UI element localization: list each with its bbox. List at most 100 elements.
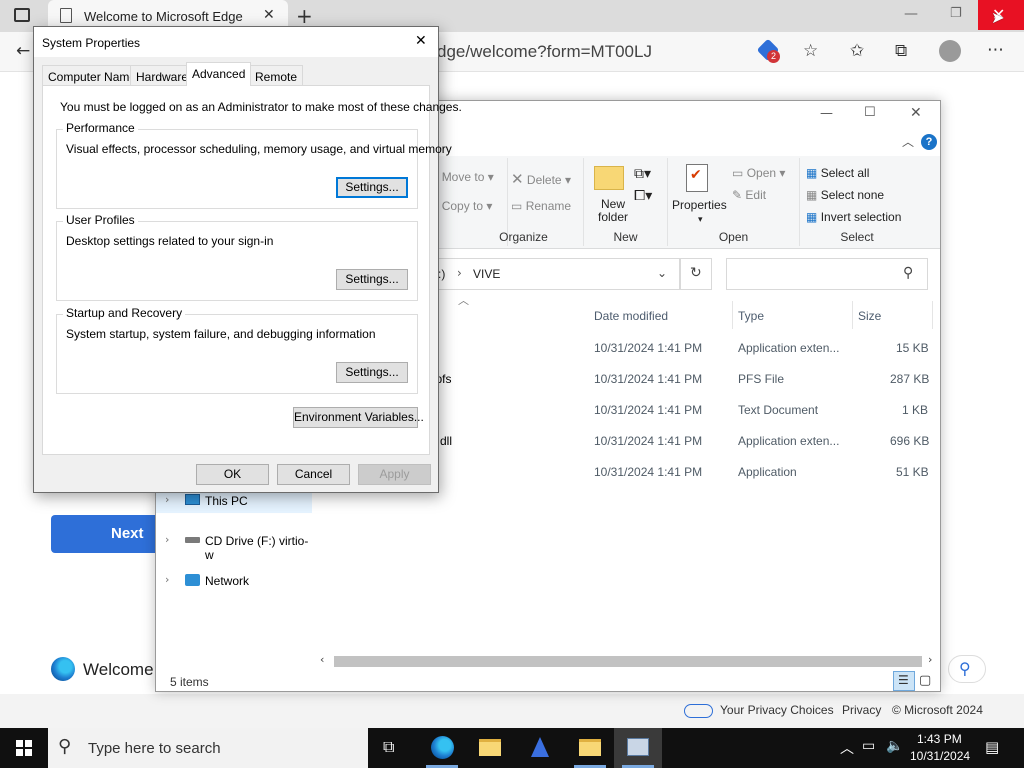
column-type[interactable]: Type bbox=[738, 309, 764, 323]
expand-chevron-icon[interactable]: › bbox=[165, 573, 169, 586]
explorer-search-box[interactable]: ⚲ bbox=[726, 258, 928, 290]
clock-date[interactable]: 10/31/2024 bbox=[910, 749, 970, 763]
minimize-icon[interactable]: — bbox=[904, 6, 918, 22]
profile-avatar[interactable] bbox=[939, 40, 961, 62]
open-button[interactable]: ▭ Open ▾ bbox=[732, 166, 785, 180]
dialog-close-icon[interactable]: ✕ bbox=[415, 33, 427, 49]
properties-icon[interactable]: ✔ bbox=[686, 164, 708, 192]
add-favorite-icon[interactable]: ☆ bbox=[803, 41, 818, 61]
explorer-minimize-icon[interactable]: — bbox=[820, 106, 833, 121]
startup-recovery-settings-button[interactable]: Settings... bbox=[336, 362, 408, 383]
environment-variables-button[interactable]: Environment Variables... bbox=[293, 407, 424, 428]
edit-button[interactable]: ✎ Edit bbox=[732, 188, 766, 202]
show-hidden-icons-icon[interactable]: ︿ bbox=[840, 738, 854, 758]
select-all-button[interactable]: ▦ Select all bbox=[806, 166, 869, 180]
large-icons-view-icon[interactable]: ▢ bbox=[919, 673, 931, 688]
task-view-button[interactable]: ⧉ bbox=[368, 728, 416, 768]
table-row[interactable]: ry.pfs 10/31/2024 1:41 PM PFS File 287 K… bbox=[423, 368, 940, 399]
scroll-right-icon[interactable]: › bbox=[928, 653, 932, 666]
properties-dropdown-icon[interactable]: ▾ bbox=[698, 214, 703, 225]
taskbar-search-icon: ⚲ bbox=[58, 736, 72, 757]
privacy-link[interactable]: Privacy bbox=[842, 703, 881, 717]
file-date: 10/31/2024 1:41 PM bbox=[594, 372, 703, 386]
file-date: 10/31/2024 1:41 PM bbox=[594, 403, 703, 417]
new-tab-icon[interactable]: + bbox=[296, 4, 313, 28]
tab-close-icon[interactable]: ✕ bbox=[263, 7, 275, 23]
nav-item-cd-drive[interactable]: › CD Drive (F:) virtio-w bbox=[156, 529, 312, 562]
invert-selection-button[interactable]: ▦ Invert selection bbox=[806, 210, 901, 224]
address-history-dropdown-icon[interactable]: ⌄ bbox=[657, 266, 667, 280]
taskbar-edge-button[interactable] bbox=[418, 728, 466, 768]
tab-advanced[interactable]: Advanced bbox=[186, 62, 252, 86]
file-size: 15 KB bbox=[896, 341, 929, 355]
column-size[interactable]: Size bbox=[858, 309, 881, 323]
new-folder-icon[interactable] bbox=[594, 166, 624, 190]
taskbar-explorer2-button[interactable] bbox=[566, 728, 614, 768]
notifications-icon[interactable]: ▤ bbox=[985, 738, 999, 756]
scroll-left-icon[interactable]: ‹ bbox=[320, 653, 324, 666]
user-profiles-settings-button[interactable]: Settings... bbox=[336, 269, 408, 290]
clock-time[interactable]: 1:43 PM bbox=[917, 732, 962, 746]
address-folder[interactable]: VIVE bbox=[473, 267, 500, 281]
explorer-close-icon[interactable]: ✕ bbox=[910, 105, 922, 121]
help-icon[interactable]: ? bbox=[921, 134, 937, 150]
tab-actions-icon[interactable] bbox=[14, 8, 30, 22]
startup-recovery-desc: System startup, system failure, and debu… bbox=[66, 327, 376, 341]
mouse-cursor-icon: ➤ bbox=[991, 8, 1005, 27]
new-item-icon[interactable]: ⧉▾ bbox=[634, 165, 651, 182]
properties-button[interactable]: Properties bbox=[672, 198, 727, 212]
user-profiles-desc: Desktop settings related to your sign-in bbox=[66, 234, 274, 248]
volume-muted-icon[interactable]: 🔈 bbox=[886, 738, 903, 754]
column-date-modified[interactable]: Date modified bbox=[594, 309, 668, 323]
table-row[interactable]: l 10/31/2024 1:41 PM Application exten..… bbox=[426, 337, 940, 368]
select-none-button[interactable]: ▦ Select none bbox=[806, 188, 884, 202]
expand-chevron-icon[interactable]: › bbox=[165, 493, 169, 506]
details-view-button[interactable]: ☰ bbox=[893, 671, 915, 691]
next-button[interactable]: Next bbox=[51, 515, 161, 553]
start-button[interactable] bbox=[0, 728, 48, 768]
scrollbar-thumb[interactable] bbox=[334, 656, 922, 667]
move-to-button[interactable]: » Move to ▾ bbox=[431, 170, 494, 184]
ok-button[interactable]: OK bbox=[196, 464, 269, 485]
explorer-maximize-icon[interactable]: ☐ bbox=[864, 105, 876, 120]
ribbon-group-select: ▦ Select all ▦ Select none ▦ Invert sele… bbox=[800, 158, 914, 246]
search-icon: ⚲ bbox=[959, 659, 971, 678]
file-date: 10/31/2024 1:41 PM bbox=[594, 341, 703, 355]
cancel-button[interactable]: Cancel bbox=[277, 464, 350, 485]
table-row[interactable]: n.dll 10/31/2024 1:41 PM Application ext… bbox=[426, 430, 940, 461]
taskbar-explorer-button[interactable] bbox=[466, 728, 514, 768]
new-folder-button[interactable]: New folder bbox=[598, 198, 628, 224]
nav-item-network[interactable]: › Network bbox=[156, 569, 312, 593]
copy-to-button[interactable]: » Copy to ▾ bbox=[431, 199, 492, 213]
apply-button[interactable]: Apply bbox=[358, 464, 431, 485]
horizontal-scrollbar[interactable]: ‹ › bbox=[318, 653, 940, 670]
organize-label: Organize bbox=[499, 230, 548, 244]
more-icon[interactable]: ⋯ bbox=[987, 40, 1004, 60]
address-bar-text[interactable]: dge/welcome?form=MT00LJ bbox=[437, 42, 652, 62]
search-page-button[interactable]: ⚲ bbox=[948, 655, 986, 683]
favorites-icon[interactable]: ✩ bbox=[850, 41, 864, 61]
table-row[interactable]: 10/31/2024 1:41 PM Text Document 1 KB bbox=[426, 399, 940, 430]
taskbar-app-button[interactable] bbox=[516, 728, 564, 768]
table-row[interactable]: 10/31/2024 1:41 PM Application 51 KB bbox=[426, 461, 940, 492]
file-date: 10/31/2024 1:41 PM bbox=[594, 465, 703, 479]
explorer-search-icon: ⚲ bbox=[903, 265, 914, 281]
explorer-address-bar[interactable]: :) › VIVE ⌄ bbox=[426, 258, 680, 290]
network-status-icon[interactable]: ▭ bbox=[862, 738, 875, 754]
performance-settings-button[interactable]: Settings... bbox=[336, 177, 408, 198]
collections-icon[interactable]: ⧉ bbox=[895, 41, 907, 61]
expand-chevron-icon[interactable]: › bbox=[165, 533, 169, 546]
restore-icon[interactable]: ❐ bbox=[950, 6, 962, 21]
tab-computer-name[interactable]: Computer Name bbox=[42, 65, 143, 85]
taskbar-search-box[interactable]: ⚲ Type here to search bbox=[48, 728, 368, 768]
easy-access-icon[interactable]: ⧠▾ bbox=[634, 187, 652, 204]
copyright-text: © Microsoft 2024 bbox=[892, 703, 983, 717]
tab-hardware[interactable]: Hardware bbox=[130, 65, 195, 85]
collapse-ribbon-icon[interactable]: ︿ bbox=[902, 133, 914, 150]
back-icon[interactable]: ← bbox=[16, 41, 30, 61]
taskbar-system-properties-button[interactable] bbox=[614, 728, 662, 768]
privacy-choices-link[interactable]: Your Privacy Choices bbox=[720, 703, 834, 717]
refresh-button[interactable]: ↻ bbox=[680, 258, 712, 290]
this-pc-icon bbox=[185, 494, 200, 505]
tab-remote[interactable]: Remote bbox=[249, 65, 304, 85]
